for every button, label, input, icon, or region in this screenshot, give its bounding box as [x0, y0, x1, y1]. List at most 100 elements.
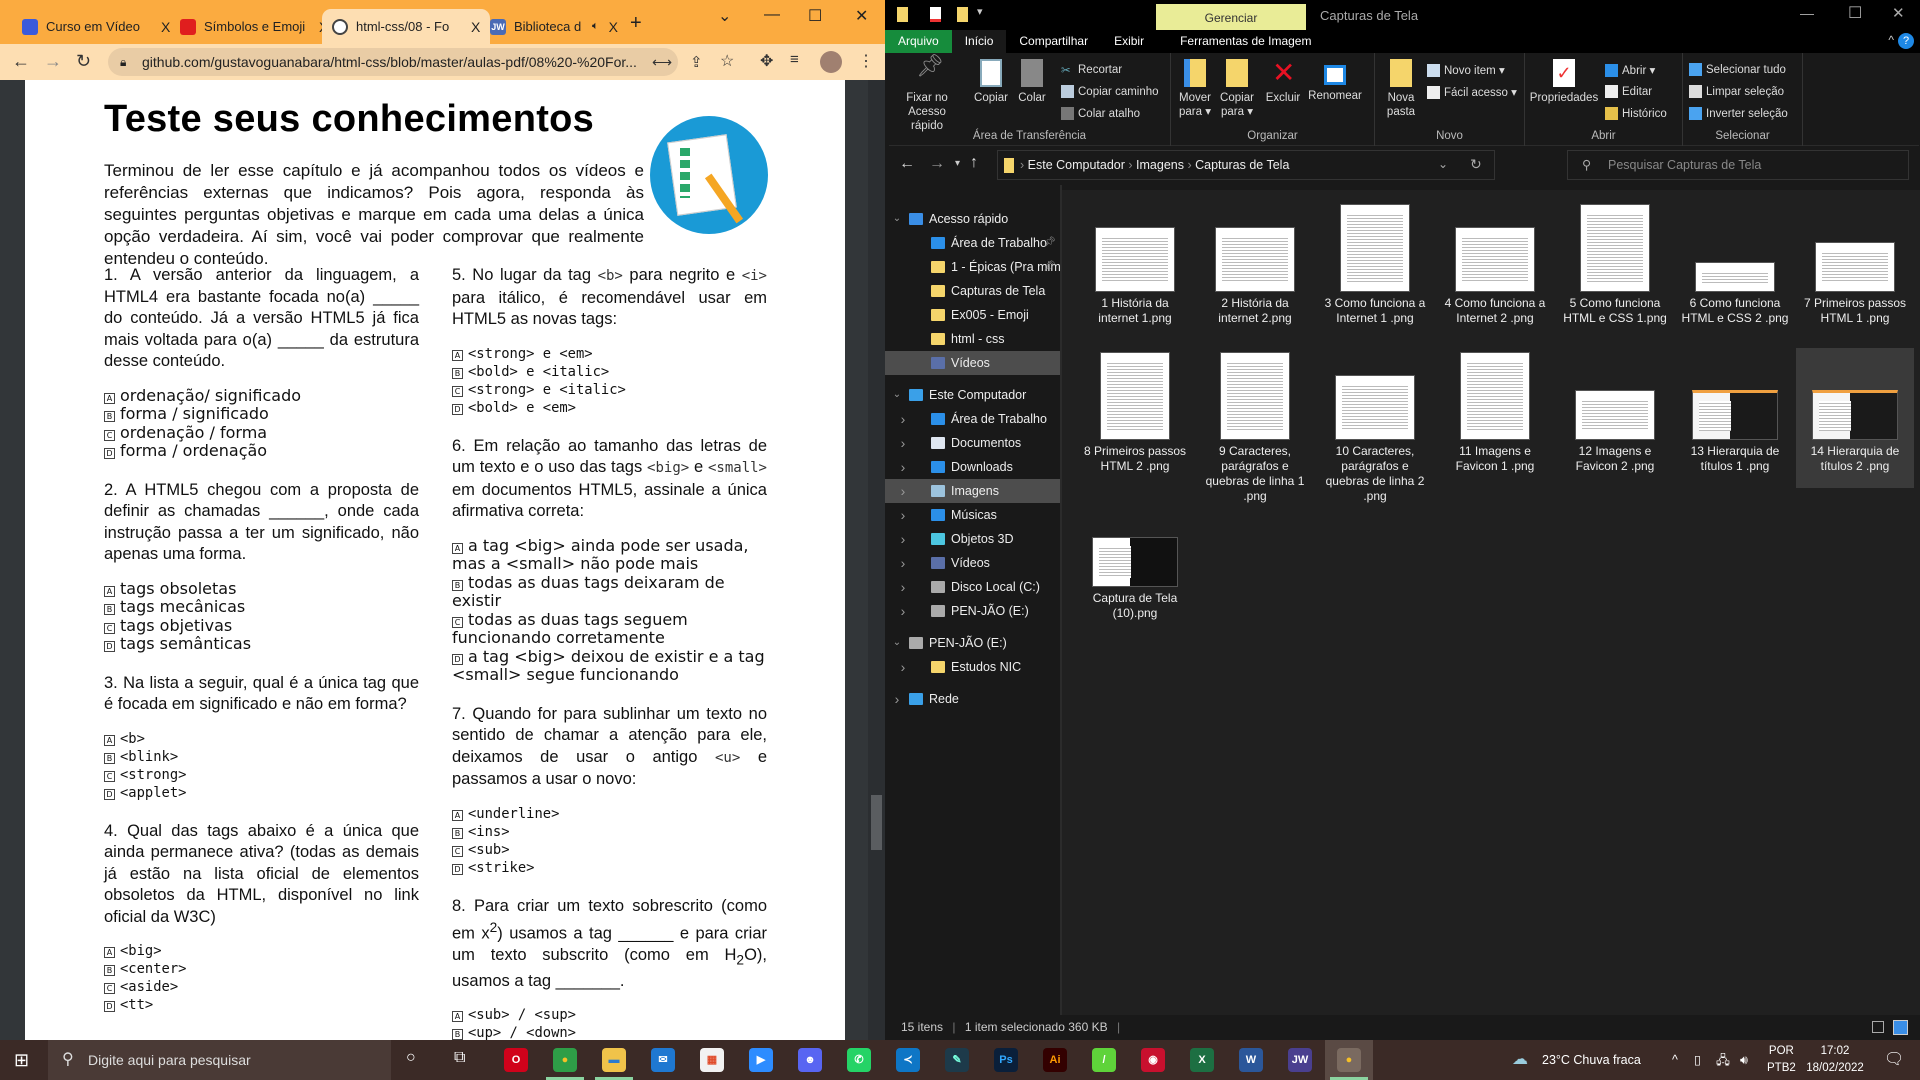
nav-item[interactable]: Ex005 - Emoji: [885, 303, 1060, 327]
chevron-right-icon[interactable]: ›: [897, 455, 909, 479]
taskbar-app-excel[interactable]: X: [1190, 1048, 1214, 1072]
option-letter-box[interactable]: D: [452, 653, 463, 665]
answer-option[interactable]: B <ins>: [452, 823, 767, 841]
taskbar-app-inkscape-like[interactable]: ✎: [945, 1048, 969, 1072]
chevron-right-icon[interactable]: ›: [897, 599, 909, 623]
option-letter-box[interactable]: A: [452, 809, 463, 821]
new-tab-button[interactable]: +: [630, 12, 642, 35]
option-letter-box[interactable]: A: [104, 392, 115, 404]
answer-option[interactable]: Dtags semânticas: [104, 634, 419, 654]
file-item[interactable]: 1 História da internet 1.png: [1076, 200, 1194, 340]
translate-icon[interactable]: ⟷: [652, 54, 672, 71]
tab-0[interactable]: Curso em Vídeo X: [12, 9, 180, 44]
answer-option[interactable]: B <up> / <down>: [452, 1024, 767, 1040]
option-letter-box[interactable]: D: [452, 863, 463, 875]
address-bar[interactable]: 🔒︎ github.com/gustavoguanabara/html-css/…: [108, 48, 678, 76]
answer-option[interactable]: Aa tag <big> ainda pode ser usada, mas a…: [452, 536, 767, 574]
maximize-icon[interactable]: ☐: [808, 6, 822, 26]
nav-item[interactable]: › Documentos: [885, 431, 1060, 455]
address-bar[interactable]: › Este Computador › Imagens › Capturas d…: [997, 150, 1495, 180]
chevron-right-icon[interactable]: ›: [897, 431, 909, 455]
taskbar-app-discord[interactable]: ☻: [798, 1048, 822, 1072]
network-icon[interactable]: 🖧︎: [1716, 1040, 1730, 1080]
nav-item[interactable]: › Área de Trabalho: [885, 407, 1060, 431]
nav-item[interactable]: › Downloads: [885, 455, 1060, 479]
taskbar-app-mail[interactable]: ✉: [651, 1048, 675, 1072]
history-button[interactable]: Histórico: [1605, 107, 1667, 120]
nav-item[interactable]: Área de Trabalho 📌︎: [885, 231, 1060, 255]
option-letter-box[interactable]: C: [452, 845, 463, 857]
taskbar-app-chrome-profile[interactable]: ●: [1337, 1048, 1361, 1072]
file-item[interactable]: Captura de Tela (10).png: [1076, 495, 1194, 635]
option-letter-box[interactable]: D: [452, 403, 463, 415]
answer-option[interactable]: Cordenação / forma: [104, 423, 419, 443]
tab-3[interactable]: JW Biblioteca d 🔈︎ X: [480, 9, 628, 44]
back-icon[interactable]: ←: [899, 155, 915, 173]
chevron-right-icon[interactable]: ›: [897, 407, 909, 431]
file-item[interactable]: 7 Primeiros passos HTML 1 .png: [1796, 200, 1914, 340]
minimize-icon[interactable]: —: [764, 6, 780, 24]
option-letter-box[interactable]: A: [104, 734, 115, 746]
properties-icon[interactable]: [930, 7, 941, 22]
answer-option[interactable]: D <strike>: [452, 859, 767, 877]
copy-path-button[interactable]: Copiar caminho: [1061, 85, 1159, 98]
extensions-icon[interactable]: ✥: [760, 51, 773, 71]
option-letter-box[interactable]: B: [452, 1029, 463, 1040]
close-icon[interactable]: ✕: [1892, 4, 1905, 22]
option-letter-box[interactable]: D: [104, 788, 115, 800]
nav-item[interactable]: Vídeos: [885, 351, 1060, 375]
answer-option[interactable]: A <sub> / <sup>: [452, 1006, 767, 1024]
paste-shortcut-button[interactable]: Colar atalho: [1061, 107, 1140, 120]
meet-now-icon[interactable]: ▯: [1694, 1040, 1701, 1080]
option-letter-box[interactable]: B: [452, 827, 463, 839]
up-icon[interactable]: ↑: [970, 154, 978, 172]
large-icons-view-icon[interactable]: [1893, 1020, 1908, 1035]
option-letter-box[interactable]: C: [452, 385, 463, 397]
file-item[interactable]: 3 Como funciona a Internet 1 .png: [1316, 200, 1434, 340]
pin-quick-access-button[interactable]: 📌︎ Fixar no Acesso rápido: [893, 55, 961, 133]
share-icon[interactable]: ⇪: [690, 53, 703, 71]
nav-item[interactable]: › Imagens: [885, 479, 1060, 503]
close-icon[interactable]: ✕: [855, 6, 868, 26]
edit-button[interactable]: Editar: [1605, 85, 1652, 98]
new-folder-button[interactable]: Nova pasta: [1381, 59, 1421, 119]
new-folder-icon[interactable]: [957, 7, 968, 22]
notifications-icon[interactable]: 🗨︎: [1884, 1040, 1904, 1080]
option-letter-box[interactable]: C: [452, 616, 463, 628]
nav-item[interactable]: 1 - Épicas (Pra mim) 📌︎: [885, 255, 1065, 279]
chevron-right-icon[interactable]: ›: [897, 479, 909, 503]
answer-option[interactable]: C <strong>: [104, 766, 419, 784]
taskbar-app-pen-app[interactable]: /: [1092, 1048, 1116, 1072]
chevron-right-icon[interactable]: ›: [897, 503, 909, 527]
rename-button[interactable]: Renomear: [1305, 59, 1365, 103]
scrollbar-thumb[interactable]: [871, 795, 882, 850]
tab-2[interactable]: html-css/08 - Fo X: [322, 9, 491, 44]
nav-item[interactable]: › Objetos 3D: [885, 527, 1060, 551]
answer-option[interactable]: B <bold> e <italic>: [452, 363, 767, 381]
option-letter-box[interactable]: D: [104, 1001, 115, 1012]
nav-item[interactable]: › Estudos NIC: [885, 655, 1060, 679]
tab-arquivo[interactable]: Arquivo: [885, 30, 952, 53]
taskbar-app-photoshop[interactable]: Ps: [994, 1048, 1018, 1072]
forward-icon[interactable]: →: [929, 155, 945, 173]
chevron-down-icon[interactable]: ⌄: [891, 383, 903, 407]
tab-inicio[interactable]: Início: [951, 30, 1007, 53]
option-letter-box[interactable]: A: [104, 947, 115, 958]
answer-option[interactable]: C <aside>: [104, 978, 419, 996]
maximize-icon[interactable]: ☐: [1848, 3, 1862, 23]
option-letter-box[interactable]: A: [452, 542, 463, 554]
audio-icon[interactable]: 🔈︎: [592, 20, 599, 33]
breadcrumb-item[interactable]: Capturas de Tela: [1195, 158, 1289, 172]
tab-ferramentas-imagem[interactable]: Ferramentas de Imagem: [1167, 30, 1324, 53]
properties-button[interactable]: ✓ Propriedades: [1529, 59, 1599, 105]
forward-icon[interactable]: →: [44, 51, 62, 72]
tab-exibir[interactable]: Exibir: [1101, 30, 1157, 53]
invert-selection-button[interactable]: Inverter seleção: [1689, 107, 1788, 120]
new-item-button[interactable]: Novo item ▾: [1427, 63, 1505, 77]
star-icon[interactable]: ☆: [720, 51, 734, 71]
select-none-button[interactable]: Limpar seleção: [1689, 85, 1784, 98]
chevron-right-icon[interactable]: ›: [897, 575, 909, 599]
nav-item[interactable]: ⌄ PEN-JÃO (E:): [885, 631, 1060, 655]
option-letter-box[interactable]: B: [104, 965, 115, 976]
tab-close-icon[interactable]: X: [609, 19, 618, 35]
